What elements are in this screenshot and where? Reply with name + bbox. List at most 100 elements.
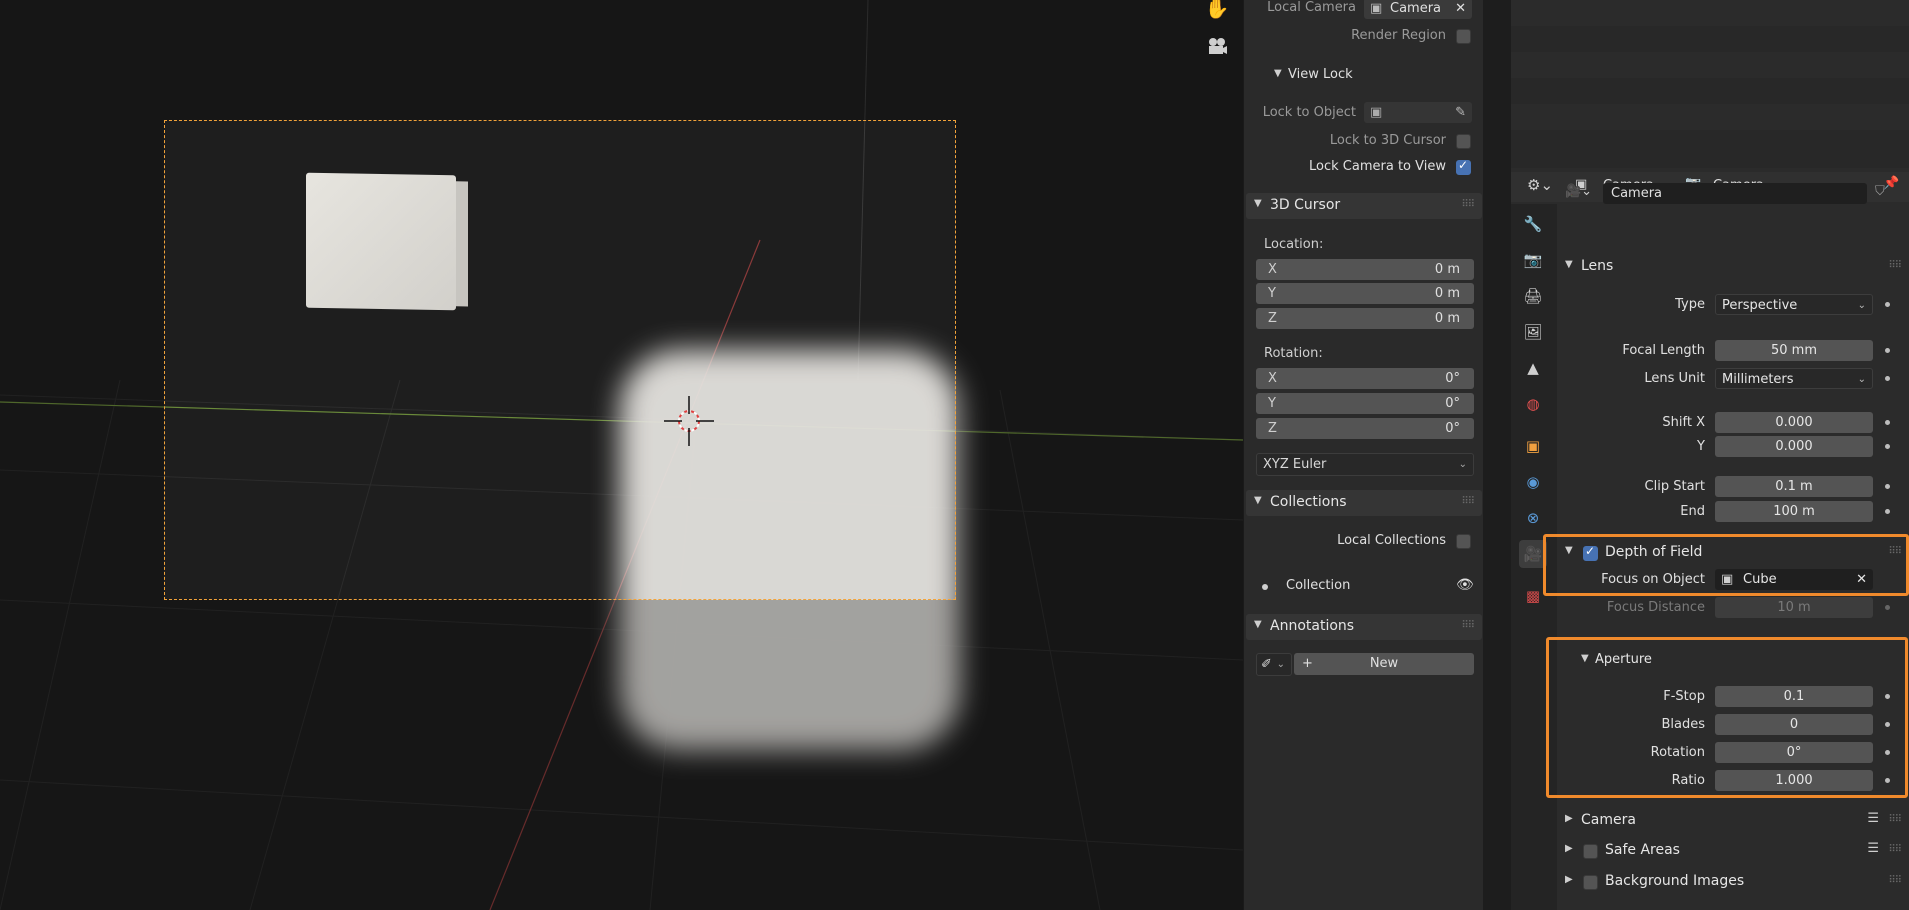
ratio-label: Ratio bbox=[1671, 773, 1705, 788]
shift-x-field[interactable]: 0.000 bbox=[1715, 412, 1873, 433]
physics-tab-icon[interactable]: ◉ bbox=[1519, 468, 1547, 496]
keyframe-dot[interactable] bbox=[1885, 778, 1890, 783]
field-value: 0 m bbox=[1434, 311, 1460, 326]
eye-icon[interactable]: 👁 bbox=[1456, 577, 1474, 593]
lens-section-header[interactable]: ▼ Lens ⠿⠿ bbox=[1557, 254, 1909, 280]
3d-viewport[interactable]: ✋ bbox=[0, 0, 1243, 910]
grip-icon[interactable]: ⠿⠿ bbox=[1461, 199, 1475, 210]
clip-start-field[interactable]: 0.1 m bbox=[1715, 476, 1873, 497]
clip-start-label: Clip Start bbox=[1644, 479, 1705, 494]
local-collections-checkbox[interactable] bbox=[1456, 534, 1471, 549]
render-region-checkbox[interactable] bbox=[1456, 29, 1471, 44]
scene-tab-icon[interactable]: ▲ bbox=[1519, 354, 1547, 382]
aperture-section-header[interactable]: ▼ Aperture bbox=[1573, 648, 1893, 674]
lens-type-dropdown[interactable]: Perspective ⌄ bbox=[1715, 294, 1873, 315]
lock-to-cursor-checkbox[interactable] bbox=[1456, 134, 1471, 149]
location-z-field[interactable]: Z 0 m bbox=[1256, 308, 1474, 329]
focus-object-field[interactable]: ▣ Cube ✕ bbox=[1715, 569, 1873, 590]
rotation-z-field[interactable]: Z 0° bbox=[1256, 418, 1474, 439]
grip-icon[interactable]: ⠿⠿ bbox=[1888, 814, 1902, 825]
outliner-area[interactable] bbox=[1511, 0, 1909, 168]
shift-y-field[interactable]: 0.000 bbox=[1715, 436, 1873, 457]
output-tab-icon[interactable]: 🖨 bbox=[1519, 282, 1547, 310]
camera-data-icon[interactable]: 🎥⌄ bbox=[1565, 184, 1592, 199]
keyframe-dot[interactable] bbox=[1885, 484, 1890, 489]
safe-areas-section-header[interactable]: ▶ Safe Areas ☰ ⠿⠿ bbox=[1557, 838, 1909, 864]
clear-icon[interactable]: ✕ bbox=[1856, 569, 1867, 590]
datablock-row: 🎥⌄ Camera ⛉ bbox=[1557, 180, 1909, 208]
safe-areas-checkbox[interactable] bbox=[1583, 844, 1598, 859]
keyframe-dot[interactable] bbox=[1885, 722, 1890, 727]
collapse-arrow-icon: ▼ bbox=[1581, 653, 1589, 664]
grip-icon[interactable]: ⠿⠿ bbox=[1461, 496, 1475, 507]
focal-length-label: Focal Length bbox=[1622, 343, 1705, 358]
view-lock-title[interactable]: View Lock bbox=[1288, 67, 1353, 82]
keyframe-dot[interactable] bbox=[1885, 348, 1890, 353]
keyframe-dot[interactable] bbox=[1885, 376, 1890, 381]
keyframe-dot bbox=[1885, 605, 1890, 610]
annotations-panel-header[interactable]: ▼ Annotations ⠿⠿ bbox=[1246, 614, 1482, 640]
editor-type-icon[interactable]: ⚙⌄ bbox=[1527, 176, 1553, 194]
grip-icon[interactable]: ⠿⠿ bbox=[1888, 875, 1902, 886]
object-tab-icon[interactable]: ▣ bbox=[1519, 432, 1547, 460]
keyframe-dot[interactable] bbox=[1885, 694, 1890, 699]
grip-icon[interactable]: ⠿⠿ bbox=[1888, 260, 1902, 271]
eyedropper-icon[interactable]: ✎ bbox=[1455, 102, 1466, 123]
annotation-type-dropdown[interactable]: ✐ ⌄ bbox=[1256, 653, 1292, 676]
view-lock-arrow-icon[interactable]: ▼ bbox=[1274, 68, 1282, 79]
panel-divider bbox=[1483, 0, 1511, 910]
grip-icon[interactable]: ⠿⠿ bbox=[1461, 620, 1475, 631]
presets-list-icon[interactable]: ☰ bbox=[1867, 841, 1879, 856]
dof-checkbox[interactable] bbox=[1583, 544, 1598, 561]
axis-label: Y bbox=[1268, 396, 1276, 411]
keyframe-dot[interactable] bbox=[1885, 509, 1890, 514]
fstop-field[interactable]: 0.1 bbox=[1715, 686, 1873, 707]
keyframe-dot[interactable] bbox=[1885, 750, 1890, 755]
constraints-tab-icon[interactable]: ⊗ bbox=[1519, 504, 1547, 532]
dof-section-header[interactable]: ▼ Depth of Field ⠿⠿ bbox=[1557, 540, 1909, 566]
field-value: 0° bbox=[1445, 371, 1460, 386]
background-images-checkbox[interactable] bbox=[1583, 875, 1598, 890]
pan-hand-icon[interactable]: ✋ bbox=[1202, 0, 1232, 22]
rotation-mode-dropdown[interactable]: XYZ Euler ⌄ bbox=[1256, 453, 1474, 476]
lock-to-object-field[interactable]: ▣ ✎ bbox=[1364, 102, 1472, 123]
datablock-name-field[interactable]: Camera bbox=[1603, 183, 1867, 204]
grip-icon[interactable]: ⠿⠿ bbox=[1888, 844, 1902, 855]
aperture-rotation-field[interactable]: 0° bbox=[1715, 742, 1873, 763]
keyframe-dot[interactable] bbox=[1885, 420, 1890, 425]
clear-icon[interactable]: ✕ bbox=[1455, 0, 1466, 19]
view-layer-tab-icon[interactable]: 🖼 bbox=[1519, 318, 1547, 346]
blades-field[interactable]: 0 bbox=[1715, 714, 1873, 735]
location-y-field[interactable]: Y 0 m bbox=[1256, 283, 1474, 304]
clip-end-field[interactable]: 100 m bbox=[1715, 501, 1873, 522]
fstop-label: F-Stop bbox=[1663, 689, 1705, 704]
lens-unit-dropdown[interactable]: Millimeters ⌄ bbox=[1715, 368, 1873, 389]
background-images-section-header[interactable]: ▶ Background Images ⠿⠿ bbox=[1557, 869, 1909, 895]
local-camera-field[interactable]: ▣ Camera ✕ bbox=[1364, 0, 1472, 19]
focal-length-field[interactable]: 50 mm bbox=[1715, 340, 1873, 361]
collection-row[interactable]: Collection 👁 bbox=[1244, 575, 1484, 599]
blades-label: Blades bbox=[1661, 717, 1705, 732]
camera-section-header[interactable]: ▶ Camera ☰ ⠿⠿ bbox=[1557, 808, 1909, 834]
grip-icon[interactable]: ⠿⠿ bbox=[1888, 546, 1902, 557]
collapse-arrow-icon: ▼ bbox=[1254, 495, 1262, 506]
fake-user-shield-icon[interactable]: ⛉ bbox=[1875, 184, 1885, 199]
collections-panel-header[interactable]: ▼ Collections ⠿⠿ bbox=[1246, 490, 1482, 516]
keyframe-dot[interactable] bbox=[1885, 302, 1890, 307]
new-annotation-button[interactable]: + New bbox=[1294, 653, 1474, 675]
lock-to-object-label: Lock to Object bbox=[1262, 105, 1356, 120]
cursor-panel-header[interactable]: ▼ 3D Cursor ⠿⠿ bbox=[1246, 193, 1482, 219]
tool-tab-icon[interactable]: 🔧 bbox=[1519, 210, 1547, 238]
lock-camera-checkbox[interactable] bbox=[1456, 158, 1471, 175]
chevron-down-icon: ⌄ bbox=[1857, 374, 1866, 385]
3d-cursor-icon[interactable] bbox=[664, 396, 714, 446]
camera-view-icon[interactable] bbox=[1202, 36, 1232, 62]
ratio-field[interactable]: 1.000 bbox=[1715, 770, 1873, 791]
render-tab-icon[interactable]: 📷 bbox=[1519, 246, 1547, 274]
keyframe-dot[interactable] bbox=[1885, 444, 1890, 449]
world-tab-icon[interactable]: ◍ bbox=[1519, 390, 1547, 418]
rotation-y-field[interactable]: Y 0° bbox=[1256, 393, 1474, 414]
location-x-field[interactable]: X 0 m bbox=[1256, 259, 1474, 280]
presets-list-icon[interactable]: ☰ bbox=[1867, 811, 1879, 826]
rotation-x-field[interactable]: X 0° bbox=[1256, 368, 1474, 389]
